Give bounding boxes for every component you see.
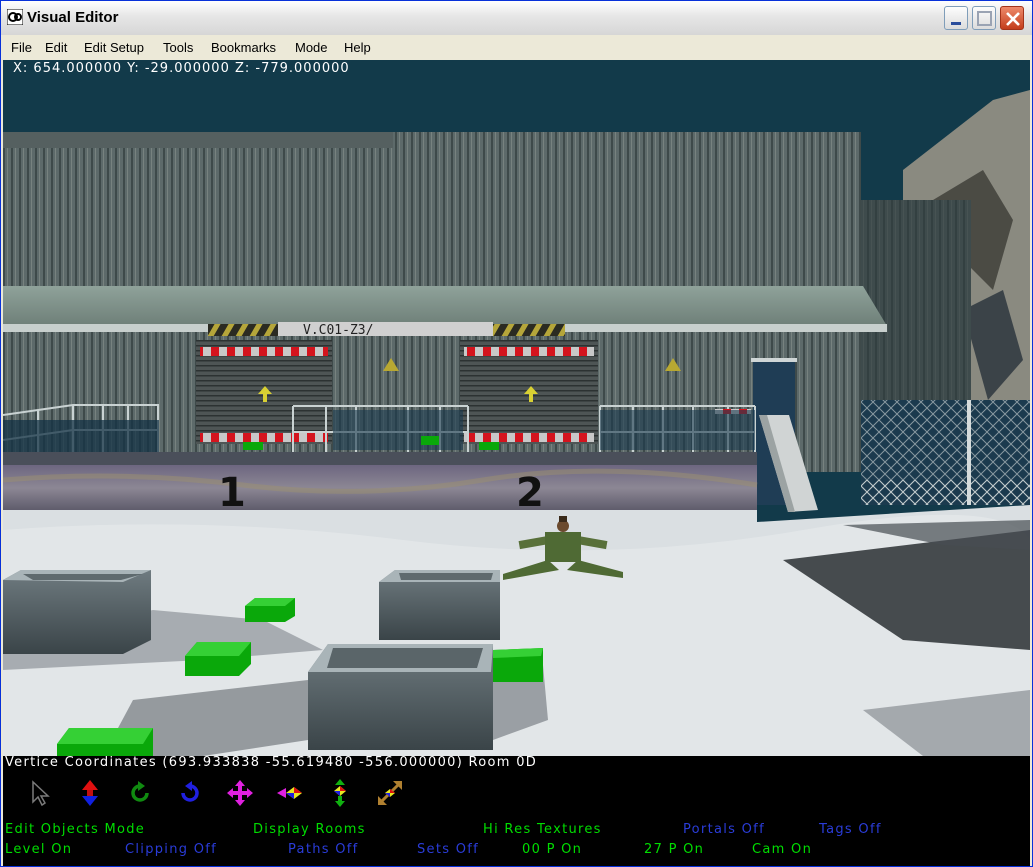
status-tags[interactable]: Tags Off [819, 822, 882, 837]
rotate-cw-tool-button[interactable] [175, 778, 205, 808]
maximize-icon [977, 11, 992, 26]
title-bar[interactable]: Visual Editor [1, 1, 1032, 36]
3d-viewport[interactable]: V.C01-Z3/ 1 2 X: 654.000000 Y: -29.00000… [3, 60, 1030, 756]
close-icon [1006, 12, 1020, 26]
status-sets[interactable]: Sets Off [417, 842, 479, 857]
status-level[interactable]: Level On [5, 842, 72, 857]
camera-coordinates: X: 654.000000 Y: -29.000000 Z: -779.0000… [13, 61, 350, 76]
status-display-rooms[interactable]: Display Rooms [253, 822, 366, 837]
move-vertical-tool-button[interactable] [75, 778, 105, 808]
minimize-button[interactable] [944, 6, 968, 30]
vertice-coordinates: Vertice Coordinates (693.933838 -55.6194… [5, 755, 538, 770]
minimize-icon [951, 22, 961, 25]
menu-bookmarks[interactable]: Bookmarks [211, 40, 276, 55]
crate [3, 570, 151, 654]
rotate-cw-icon [181, 781, 199, 802]
green-object [57, 728, 153, 756]
status-clipping[interactable]: Clipping Off [125, 842, 217, 857]
move-depth-icon [334, 779, 346, 807]
rotate-ccw-icon [131, 781, 149, 802]
status-27-p[interactable]: 27 P On [644, 842, 704, 857]
status-panel: Vertice Coordinates (693.933838 -55.6194… [3, 755, 1030, 866]
scale-tool-button[interactable] [375, 778, 405, 808]
menu-edit-setup[interactable]: Edit Setup [84, 40, 144, 55]
dock-number-1: 1 [218, 470, 246, 516]
svg-text:V.C01-Z3/: V.C01-Z3/ [303, 323, 373, 338]
menu-tools[interactable]: Tools [163, 40, 193, 55]
move-depth-tool-button[interactable] [325, 778, 355, 808]
crate [308, 644, 493, 750]
menu-edit[interactable]: Edit [45, 40, 67, 55]
menu-mode[interactable]: Mode [295, 40, 328, 55]
status-00-p[interactable]: 00 P On [522, 842, 582, 857]
menu-file[interactable]: File [11, 40, 32, 55]
dock-number-2: 2 [516, 470, 544, 516]
scene-render: V.C01-Z3/ 1 2 [3, 60, 1030, 756]
green-object [185, 642, 251, 676]
maximize-button[interactable] [972, 6, 996, 30]
select-tool-button[interactable] [25, 778, 55, 808]
move-vertical-icon [82, 780, 98, 806]
status-edit-objects-mode[interactable]: Edit Objects Mode [5, 822, 145, 837]
status-paths[interactable]: Paths Off [288, 842, 359, 857]
status-portals[interactable]: Portals Off [683, 822, 765, 837]
status-hi-res-textures[interactable]: Hi Res Textures [483, 822, 602, 837]
move-horizontal-icon [277, 787, 302, 799]
visual-editor-window: Visual Editor File Edit Edit Setup Tools… [0, 0, 1033, 867]
scale-diagonal-icon [378, 781, 402, 805]
status-cam[interactable]: Cam On [752, 842, 812, 857]
move-all-directions-icon [227, 780, 253, 806]
app-icon [7, 9, 23, 25]
menu-bar: File Edit Edit Setup Tools Bookmarks Mod… [1, 35, 1032, 60]
close-button[interactable] [1000, 6, 1024, 30]
move-horizontal-tool-button[interactable] [275, 778, 305, 808]
select-arrow-icon [32, 780, 50, 807]
menu-help[interactable]: Help [344, 40, 371, 55]
crate [379, 570, 500, 640]
rotate-ccw-tool-button[interactable] [125, 778, 155, 808]
move-all-tool-button[interactable] [225, 778, 255, 808]
window-title: Visual Editor [27, 9, 119, 26]
green-object [245, 598, 295, 622]
green-object [493, 648, 543, 682]
